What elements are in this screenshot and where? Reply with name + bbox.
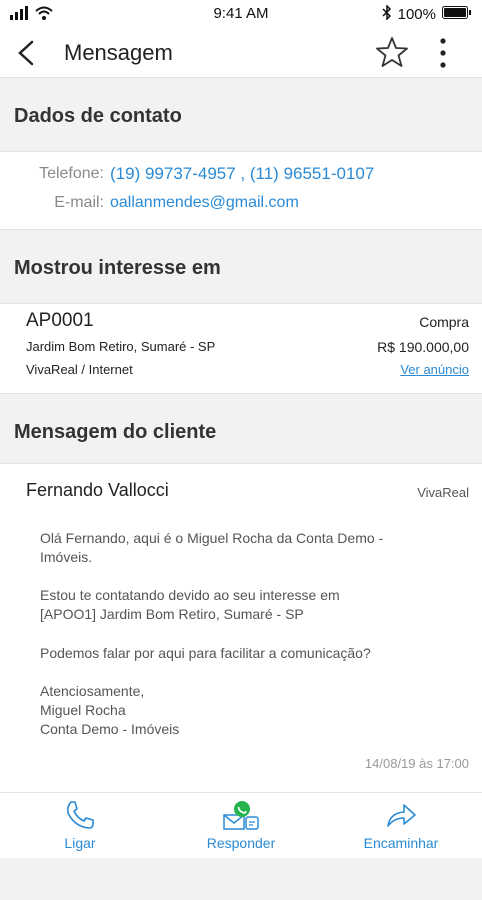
- contact-section-title: Dados de contato: [14, 105, 182, 127]
- action-bar: Ligar Responder Encaminhar: [0, 792, 482, 858]
- email-label: E-mail:: [54, 194, 104, 211]
- message-signature: Atenciosamente, Miguel Rocha Conta Demo …: [40, 683, 180, 737]
- reply-button[interactable]: Responder: [171, 793, 311, 859]
- message-paragraph: Olá Fernando, aqui é o Miguel Rocha da C…: [40, 530, 384, 565]
- phone-label: Telefone:: [39, 165, 104, 182]
- phone-link[interactable]: (19) 99737-4957 , (11) 96551-0107: [110, 164, 374, 184]
- forward-button[interactable]: Encaminhar: [331, 793, 471, 859]
- reply-label: Responder: [206, 835, 276, 851]
- interest-section-title: Mostrou interesse em: [14, 257, 221, 279]
- portal-name: VivaReal: [417, 485, 469, 500]
- back-icon[interactable]: [14, 39, 40, 67]
- message-paragraph: Podemos falar por aqui para facilitar a …: [40, 645, 371, 661]
- call-label: Ligar: [64, 835, 96, 851]
- contact-card: Telefone: (19) 99737-4957 , (11) 96551-0…: [0, 152, 482, 230]
- message-date: 14/08/19 às 17:00: [364, 756, 469, 771]
- bluetooth-icon: [382, 4, 392, 24]
- message-section-title: Mensagem do cliente: [14, 421, 217, 443]
- forward-icon: [384, 799, 418, 836]
- phone-icon: [63, 799, 97, 836]
- interest-card[interactable]: AP0001 Compra Jardim Bom Retiro, Sumaré …: [0, 304, 482, 394]
- message-section-header: Mensagem do cliente: [0, 394, 482, 464]
- sender-name: Fernando Vallocci: [26, 480, 169, 500]
- battery-percent: 100%: [397, 6, 436, 23]
- email-link[interactable]: oallanmendes@gmail.com: [110, 194, 299, 212]
- call-button[interactable]: Ligar: [10, 793, 150, 859]
- transaction-type: Compra: [419, 314, 469, 330]
- reply-message-icon: [218, 799, 264, 838]
- more-options-icon[interactable]: [434, 36, 452, 70]
- forward-label: Encaminhar: [363, 835, 439, 851]
- property-address: Jardim Bom Retiro, Sumaré - SP: [26, 339, 216, 354]
- interest-section-header: Mostrou interesse em: [0, 230, 482, 304]
- property-code: AP0001: [26, 310, 94, 331]
- battery-icon: [442, 6, 472, 23]
- nav-bar: Mensagem: [0, 28, 482, 78]
- view-listing-link[interactable]: Ver anúncio: [400, 362, 469, 377]
- status-bar: 9:41 AM 100%: [0, 0, 482, 28]
- property-price: R$ 190.000,00: [377, 339, 469, 355]
- message-paragraph: Estou te contatando devido ao seu intere…: [40, 587, 340, 622]
- page-title: Mensagem: [64, 40, 173, 65]
- message-card: Fernando Vallocci VivaReal Olá Fernando,…: [0, 464, 482, 792]
- lead-source: VivaReal / Internet: [26, 362, 133, 377]
- star-icon[interactable]: [376, 36, 408, 68]
- contact-section-header: Dados de contato: [0, 78, 482, 152]
